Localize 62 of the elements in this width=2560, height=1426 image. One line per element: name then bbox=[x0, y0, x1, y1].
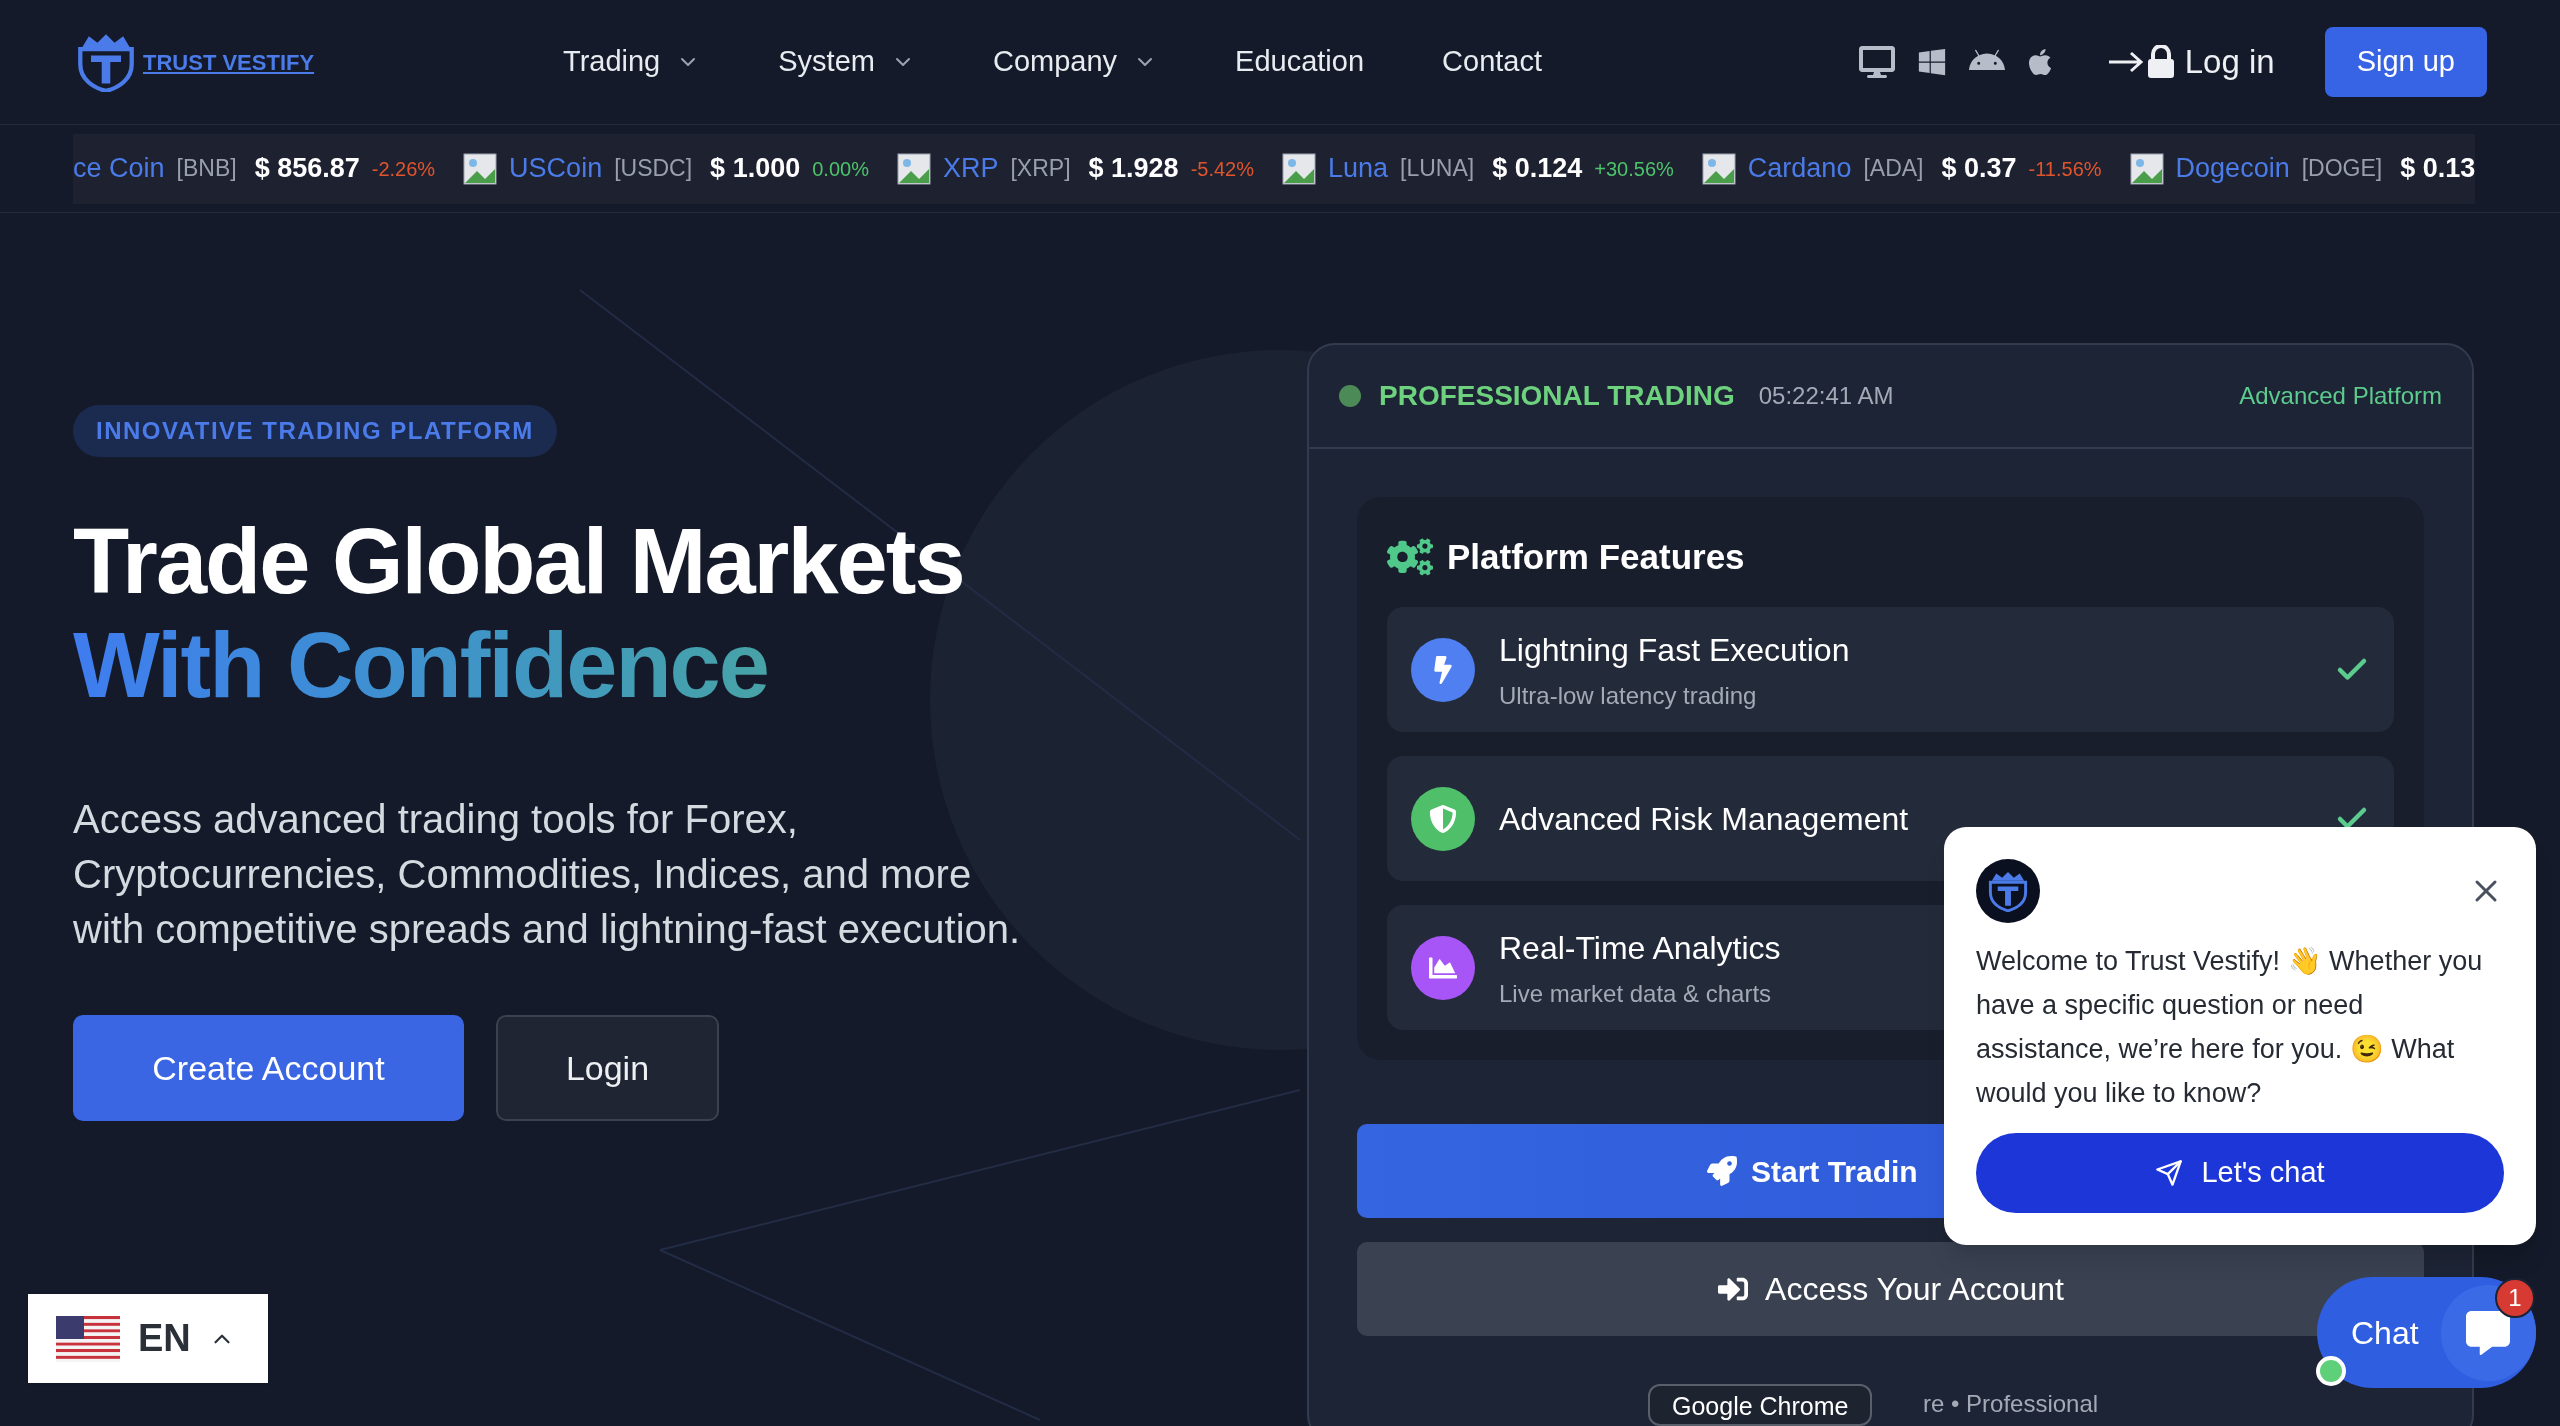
coin-name[interactable]: Luna bbox=[1328, 148, 1389, 189]
arrow-lock-icon bbox=[2106, 45, 2177, 79]
coin-symbol: [XRP] bbox=[1010, 154, 1071, 184]
coin-name[interactable]: Cardano bbox=[1747, 148, 1852, 189]
platform-tag: Advanced Platform bbox=[2239, 378, 2442, 414]
feature-title: Real-Time Analytics bbox=[1499, 928, 1781, 968]
coin-price: $ 1.000 bbox=[710, 152, 801, 186]
coin-symbol: [BNB] bbox=[176, 154, 237, 184]
hero-badge: INNOVATIVE TRADING PLATFORM bbox=[73, 405, 557, 457]
gears-icon bbox=[1387, 537, 1433, 577]
hero-title: Trade Global Markets bbox=[73, 509, 965, 613]
nav-link[interactable]: Education bbox=[1235, 40, 1365, 84]
nav-link[interactable]: System bbox=[778, 40, 915, 84]
coin-symbol: [LUNA] bbox=[1400, 154, 1475, 184]
create-account-button[interactable]: Create Account bbox=[73, 1015, 464, 1121]
feature-subtitle: Ultra-low latency trading bbox=[1499, 680, 1758, 711]
nav-link[interactable]: Contact bbox=[1442, 40, 1543, 84]
coin-name[interactable]: Dogecoin bbox=[2175, 148, 2290, 189]
clock-time: 05:22:41 AM bbox=[1758, 381, 1894, 411]
coin-symbol: [ADA] bbox=[1863, 154, 1924, 184]
features-title: Platform Features bbox=[1447, 535, 1745, 578]
windows-icon[interactable] bbox=[1916, 47, 1947, 77]
price-change: -2.26% bbox=[371, 156, 436, 182]
price-change: 0.00% bbox=[812, 156, 869, 182]
feature-title: Lightning Fast Execution bbox=[1499, 630, 1850, 670]
coin-name[interactable]: ce Coin bbox=[73, 148, 165, 189]
feature-title: Advanced Risk Management bbox=[1499, 799, 1909, 839]
us-flag-icon bbox=[56, 1315, 120, 1362]
price-change: +30.56% bbox=[1594, 156, 1674, 182]
status-label: PROFESSIONAL TRADING bbox=[1379, 379, 1735, 413]
price-change: -11.56% bbox=[2028, 156, 2102, 182]
notification-badge: 1 bbox=[2495, 1278, 2535, 1318]
app-tooltip: Google Chrome bbox=[1648, 1384, 1873, 1426]
language-code: EN bbox=[138, 1316, 191, 1361]
shield-logo-icon bbox=[1986, 870, 2030, 912]
coin-name[interactable]: USCoin bbox=[509, 148, 603, 189]
lets-chat-button[interactable]: Let's chat bbox=[1976, 1133, 2504, 1213]
nav-link[interactable]: Trading bbox=[563, 40, 701, 84]
price-change: -5.42% bbox=[1190, 156, 1254, 182]
coin-price: $ 856.87 bbox=[254, 152, 360, 186]
language-selector[interactable]: EN bbox=[28, 1294, 268, 1383]
sign-up-button[interactable]: Sign up bbox=[2324, 27, 2487, 97]
hero-description: Access advanced trading tools for Forex, Cryptocurrencies, Commodities, Indices, and more with competitive spreads and lightning-fast execution. bbox=[73, 796, 1022, 953]
chat-message: Welcome to Trust Vestify! 👋 Whether you have a specific question or need assistance, we’re here for you. 😉 What would you like to know? bbox=[1976, 945, 2484, 1110]
apple-icon[interactable] bbox=[2026, 47, 2053, 77]
feature-subtitle: Live market data & charts bbox=[1499, 978, 1773, 1009]
login-link[interactable]: Log in bbox=[2106, 37, 2275, 87]
panel-footer-text: re • Professional bbox=[1923, 1390, 2099, 1417]
coin-price: $ 0.37 bbox=[1941, 152, 2017, 186]
coin-symbol: [USDC] bbox=[614, 154, 693, 184]
rocket-icon bbox=[1707, 1156, 1737, 1186]
coin-price: $ 1.928 bbox=[1088, 152, 1179, 186]
login-button[interactable]: Login bbox=[496, 1015, 719, 1121]
send-icon bbox=[2155, 1159, 2184, 1187]
desktop-icon[interactable] bbox=[1858, 45, 1895, 79]
coin-price: $ 0.124 bbox=[1492, 152, 1583, 186]
speech-bubble-icon bbox=[2464, 1310, 2513, 1355]
nav-link[interactable]: Company bbox=[992, 40, 1158, 84]
coin-symbol: [DOGE] bbox=[2301, 154, 2383, 184]
coin-name[interactable]: XRP bbox=[942, 148, 999, 189]
coin-price: $ 0.13 bbox=[2400, 152, 2475, 186]
logo-text[interactable]: TRUST VESTIFY bbox=[143, 45, 315, 79]
